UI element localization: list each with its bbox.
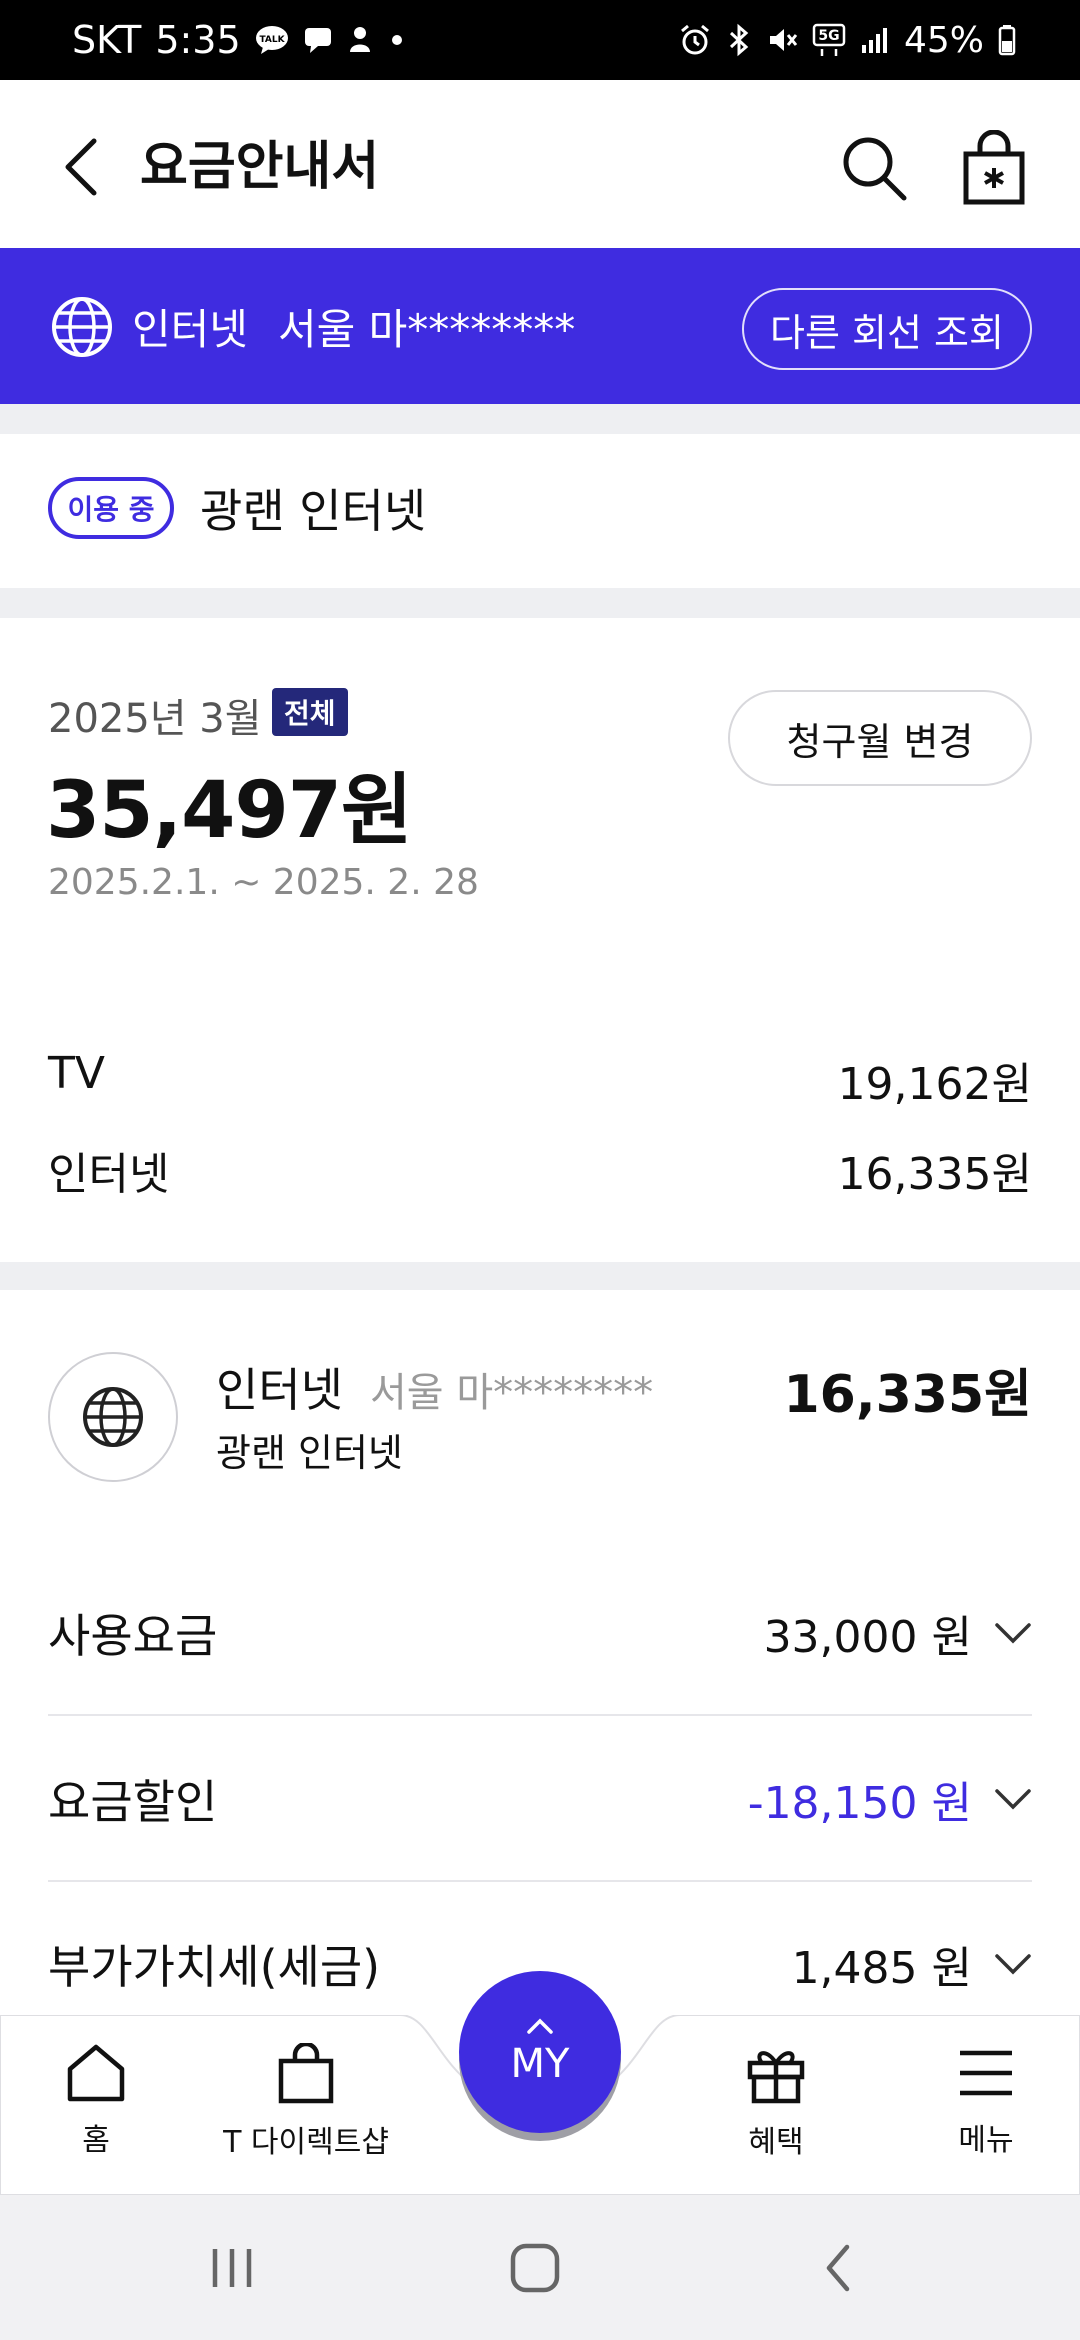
home-button-icon (510, 2243, 560, 2292)
alarm-icon (678, 23, 712, 57)
svg-text:5G: 5G (818, 28, 839, 44)
carrier-label: SKT (72, 18, 142, 62)
summary-label: TV (48, 1048, 105, 1099)
charge-value: 33,000 원 (763, 1612, 972, 1663)
recent-apps-icon (212, 2248, 252, 2287)
detail-line-id: 서울 마******** (370, 1370, 654, 1416)
status-badge: 이용 중 (48, 477, 174, 539)
change-month-button[interactable]: 청구월 변경 (728, 690, 1032, 786)
summary-amount: 19,162원 (837, 1059, 1032, 1110)
gift-icon (747, 2051, 805, 2104)
charge-value: 1,485 원 (791, 1943, 972, 1994)
detail-section: 인터넷 서울 마******** 광랜 인터넷 16,335원 사용요금 33,… (0, 1290, 1080, 2015)
back-icon (826, 2244, 850, 2291)
search-button[interactable] (838, 132, 910, 204)
signal-icon (860, 25, 890, 55)
globe-icon (83, 1387, 143, 1447)
search-icon (843, 137, 907, 201)
detail-amount: 16,335원 (783, 1365, 1032, 1425)
mute-icon (766, 24, 798, 56)
nav-home[interactable]: 홈 (6, 2043, 186, 2159)
system-nav (0, 2195, 1080, 2340)
nav-label: 혜택 (748, 2125, 804, 2160)
bottom-nav: 홈 T 다이렉트샵 MY 혜택 메뉴 (0, 1971, 1080, 2195)
summary-row-internet: 인터넷 16,335원 (48, 1138, 1032, 1202)
other-line-button[interactable]: 다른 회선 조회 (742, 288, 1032, 370)
detail-plan: 광랜 인터넷 (216, 1431, 403, 1475)
charge-label: 요금할인 (48, 1775, 218, 1829)
recent-apps-button[interactable] (172, 2195, 292, 2340)
charge-row-usage[interactable]: 사용요금 33,000 원 (48, 1552, 1032, 1716)
charge-label: 부가가치세(세금) (48, 1940, 381, 1994)
my-button[interactable]: MY (459, 1971, 621, 2133)
charge-value: -18,150 원 (747, 1778, 972, 1829)
summary-amount: 16,335원 (837, 1149, 1032, 1200)
nav-label: 홈 (82, 2123, 110, 2158)
charge-row-discount[interactable]: 요금할인 -18,150 원 (48, 1718, 1032, 1882)
back-icon (65, 138, 97, 196)
section-divider (0, 1262, 1080, 1290)
service-icon-circle (48, 1352, 178, 1482)
plan-name: 광랜 인터넷 (200, 484, 427, 538)
battery-icon (998, 24, 1016, 56)
detail-service: 인터넷 (216, 1363, 343, 1417)
summary-label: 인터넷 (48, 1149, 170, 1200)
svg-text:TALK: TALK (259, 35, 285, 45)
bill-month: 2025년 3월 (48, 696, 262, 742)
5g-icon: 5G (812, 23, 846, 57)
my-label: MY (510, 2041, 570, 2087)
nav-label: T 다이렉트샵 (223, 2125, 389, 2160)
shopping-bag-icon (278, 2043, 334, 2104)
app-header: 요금안내서 (0, 80, 1080, 248)
chat-bubble-icon (303, 25, 333, 55)
shop-button[interactable] (958, 129, 1030, 206)
section-divider (0, 588, 1080, 618)
globe-icon (52, 297, 112, 357)
plan-row: 이용 중 광랜 인터넷 (0, 434, 1080, 588)
home-system-button[interactable] (475, 2195, 595, 2340)
section-divider (0, 404, 1080, 434)
battery-percent: 45% (903, 19, 984, 61)
banner-line-id: 서울 마******** (278, 304, 576, 354)
chevron-down-icon (995, 1954, 1031, 1975)
notification-icon (347, 25, 373, 55)
nav-benefits[interactable]: 혜택 (686, 2043, 866, 2161)
charge-label: 사용요금 (48, 1609, 218, 1663)
nav-label: 메뉴 (958, 2123, 1014, 2158)
status-bar: SKT 5:35 TALK 5G 45% (0, 0, 1080, 80)
clock: 5:35 (155, 18, 241, 62)
bill-summary: 2025년 3월 전체 청구월 변경 35,497원 2025.2.1. ~ 2… (0, 618, 1080, 1262)
nav-direct-shop[interactable]: T 다이렉트샵 (216, 2043, 396, 2161)
back-button[interactable] (50, 132, 110, 202)
dot-icon (387, 30, 407, 50)
chevron-down-icon (995, 1789, 1031, 1810)
bluetooth-icon (726, 23, 752, 57)
banner-service: 인터넷 (132, 304, 248, 354)
hamburger-menu-icon (960, 2050, 1012, 2096)
line-banner: 인터넷 서울 마******** 다른 회선 조회 (0, 248, 1080, 404)
bill-total: 35,497원 (46, 766, 413, 856)
summary-row-tv: TV 19,162원 (48, 1048, 1032, 1112)
system-back-button[interactable] (778, 2195, 898, 2340)
page-title: 요금안내서 (140, 137, 380, 197)
nav-menu[interactable]: 메뉴 (896, 2043, 1076, 2159)
kakaotalk-icon: TALK (255, 25, 289, 55)
chevron-up-icon (527, 2018, 553, 2034)
scope-badge: 전체 (272, 688, 348, 736)
shopping-bag-icon (963, 129, 1025, 205)
bill-period: 2025.2.1. ~ 2025. 2. 28 (48, 862, 479, 903)
chevron-down-icon (995, 1623, 1031, 1644)
home-icon (67, 2044, 125, 2102)
